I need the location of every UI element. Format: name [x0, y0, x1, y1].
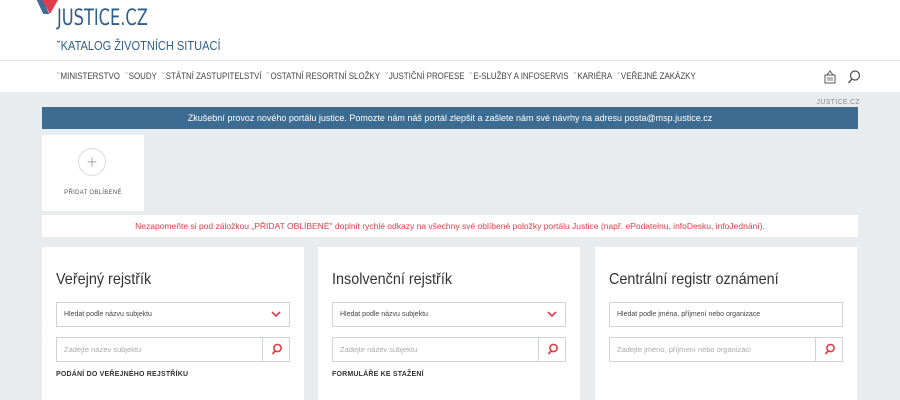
notice-bar: Zkušební provoz nového portálu justice. …: [42, 107, 858, 129]
search-icon: [547, 343, 558, 355]
nav-item-e-sluzby[interactable]: E-SLUŽBY A INFOSERVIS: [470, 71, 568, 81]
search-type-select[interactable]: Hledat podle názvu subjektu: [56, 302, 290, 327]
search-button[interactable]: [815, 338, 842, 361]
nav-item-kariera[interactable]: KARIÉRA: [574, 71, 612, 81]
search-icon: [271, 343, 282, 355]
card-title: Veřejný rejstřík: [56, 271, 152, 288]
nav-item-verejne-zakazky[interactable]: VEŘEJNÉ ZAKÁZKY: [617, 71, 696, 81]
search-box: [56, 337, 290, 362]
nav-items: MINISTERSTVO SOUDY STÁTNÍ ZASTUPITELSTVÍ…: [57, 71, 696, 81]
logo-title[interactable]: JUSTICE.CZ: [57, 6, 148, 31]
card-link[interactable]: PODÁNÍ DO VEŘEJNÉHO REJSTŘÍKU: [56, 371, 188, 378]
logo-mark-red: [42, 0, 58, 14]
nav-icons: [822, 69, 862, 85]
mailbox-icon[interactable]: [822, 69, 838, 85]
main-nav: MINISTERSTVO SOUDY STÁTNÍ ZASTUPITELSTVÍ…: [0, 60, 900, 92]
search-input[interactable]: [333, 338, 539, 361]
select-value: Hledat podle názvu subjektu: [64, 311, 152, 318]
select-value: Hledat podle jména, příjmení nebo organi…: [617, 311, 761, 318]
select-value: Hledat podle názvu subjektu: [340, 311, 428, 318]
nav-item-soudy[interactable]: SOUDY: [125, 71, 157, 81]
add-favorite-button[interactable]: + PŘIDAT OBLÍBENÉ: [42, 135, 144, 211]
search-icon[interactable]: [846, 69, 862, 85]
nav-item-ostatni-resortni-slozky[interactable]: OSTATNÍ RESORTNÍ SLOŽKY: [267, 71, 380, 81]
card-title: Insolvenční rejstřík: [332, 271, 453, 288]
plus-icon: +: [78, 148, 106, 176]
search-icon: [824, 343, 835, 355]
card-insolvencni-rejstrik: Insolvenční rejstřík Hledat podle názvu …: [318, 247, 580, 400]
search-box: [332, 337, 566, 362]
warning-bar: Nezapomeňte si pod záložkou „PŘIDAT OBLÍ…: [42, 215, 858, 237]
logo-subtitle[interactable]: ˘KATALOG ŽIVOTNÍCH SITUACÍ: [57, 38, 221, 53]
breadcrumb[interactable]: JUSTICE.CZ: [817, 99, 860, 106]
card-title: Centrální registr oznámení: [609, 271, 779, 288]
search-button[interactable]: [538, 338, 565, 361]
nav-item-ministerstvo[interactable]: MINISTERSTVO: [57, 71, 120, 81]
site-header: JUSTICE.CZ ˘KATALOG ŽIVOTNÍCH SITUACÍ MI…: [0, 0, 900, 92]
card-centralni-registr-oznameni: Centrální registr oznámení Hledat podle …: [595, 247, 857, 400]
card-link[interactable]: FORMULÁŘE KE STAŽENÍ: [332, 371, 424, 378]
search-type-select[interactable]: Hledat podle názvu subjektu: [332, 302, 566, 327]
search-input[interactable]: [610, 338, 816, 361]
chevron-down-icon: [547, 311, 557, 318]
chevron-down-icon: [271, 311, 281, 318]
nav-item-justicni-profese[interactable]: JUSTIČNÍ PROFESE: [385, 71, 465, 81]
search-type-select[interactable]: Hledat podle jména, příjmení nebo organi…: [609, 302, 843, 327]
search-button[interactable]: [262, 338, 289, 361]
search-box: [609, 337, 843, 362]
nav-item-statni-zastupitelstvi[interactable]: STÁTNÍ ZASTUPITELSTVÍ: [162, 71, 262, 81]
main-content: JUSTICE.CZ Zkušební provoz nového portál…: [0, 92, 900, 400]
search-input[interactable]: [57, 338, 263, 361]
add-favorite-label: PŘIDAT OBLÍBENÉ: [64, 190, 122, 196]
card-verejny-rejstrik: Veřejný rejstřík Hledat podle názvu subj…: [42, 247, 304, 400]
